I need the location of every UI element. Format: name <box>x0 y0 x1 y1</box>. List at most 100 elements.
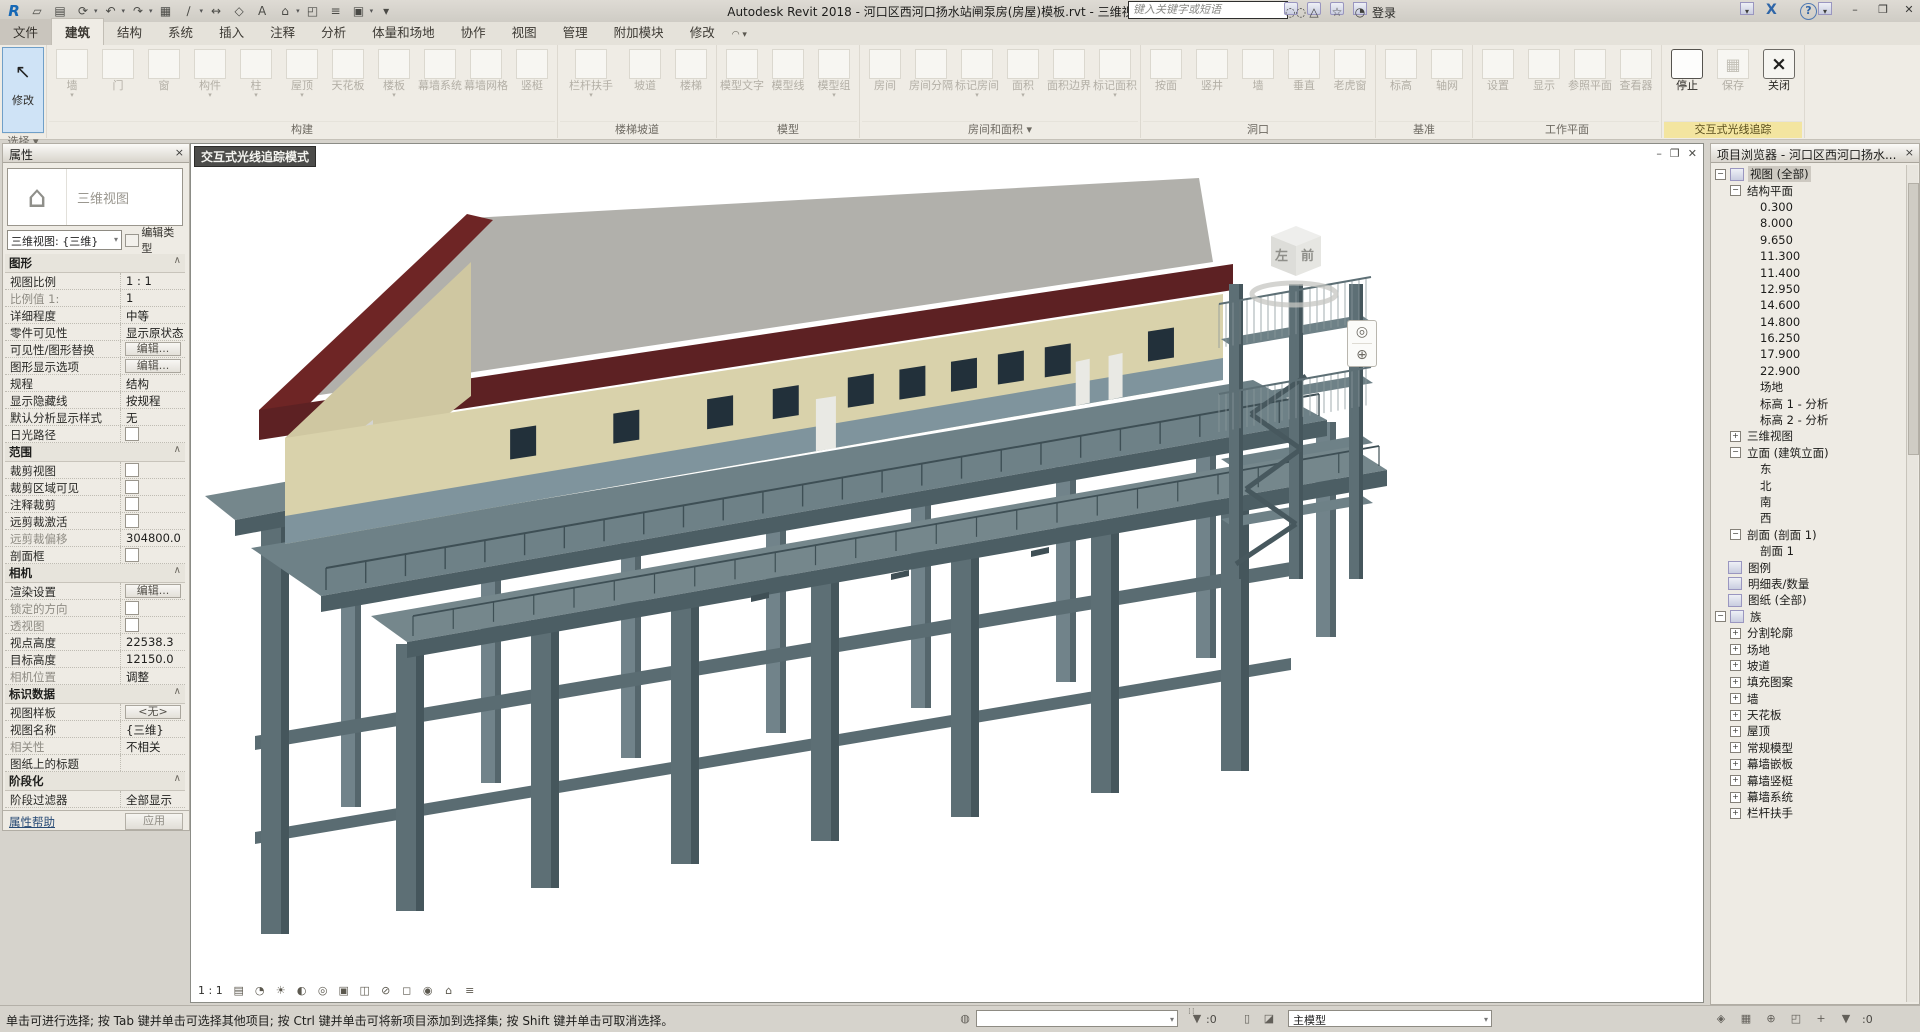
revit-logo[interactable]: R <box>4 2 24 20</box>
dropdown-arrow-icon[interactable]: ▾ <box>300 92 304 99</box>
dropdown-arrow-icon[interactable]: ▾ <box>392 92 396 99</box>
collapse-icon[interactable]: − <box>1730 185 1741 196</box>
模型线-button[interactable]: 模型线 <box>765 47 811 92</box>
edit-type-button[interactable]: 编辑类型 <box>125 230 183 250</box>
collapse-icon[interactable]: − <box>1715 169 1726 180</box>
project-browser-close-icon[interactable]: × <box>1905 146 1914 159</box>
tree-item-分割轮廓[interactable]: +分割轮廓 <box>1713 625 1906 641</box>
dropdown-arrow-icon[interactable]: ▾ <box>1113 92 1117 99</box>
expand-icon[interactable]: + <box>1730 677 1741 688</box>
collapse-icon[interactable]: ∧ <box>174 686 181 697</box>
tree-item-南[interactable]: 南 <box>1713 494 1906 510</box>
design-options-icon[interactable]: ◪ <box>1260 1011 1278 1027</box>
expand-icon[interactable]: + <box>1730 660 1741 671</box>
老虎窗-button[interactable]: 老虎窗 <box>1327 47 1373 92</box>
shadows-icon[interactable]: ◐ <box>294 983 310 998</box>
tree-item-11.400[interactable]: 11.400 <box>1713 264 1906 280</box>
tree-item-9.650[interactable]: 9.650 <box>1713 232 1906 248</box>
墙-button[interactable]: 墙 <box>1235 47 1281 92</box>
apply-button[interactable]: 应用 <box>125 813 183 830</box>
标记面积-button[interactable]: 标记面积▾ <box>1092 47 1138 99</box>
tree-item-明细表/数量[interactable]: 明细表/数量 <box>1713 576 1906 592</box>
collapse-icon[interactable]: − <box>1715 611 1726 622</box>
门-button[interactable]: 门 <box>95 47 141 92</box>
dropdown-arrow-icon[interactable]: ▾ <box>208 92 212 99</box>
collapse-icon[interactable]: ∧ <box>174 565 181 576</box>
properties-help-link[interactable]: 属性帮助 <box>9 815 55 829</box>
tree-item-常规模型[interactable]: +常规模型 <box>1713 740 1906 756</box>
栏杆扶手-button[interactable]: 栏杆扶手▾ <box>560 47 622 99</box>
select-underlay-elements-icon[interactable]: ▦ <box>1737 1011 1755 1027</box>
collapse-icon[interactable]: ∧ <box>174 255 181 266</box>
tree-item-幕墙嵌板[interactable]: +幕墙嵌板 <box>1713 756 1906 772</box>
property-checkbox[interactable] <box>125 480 139 494</box>
sync-icon-dropdown[interactable]: ▾ <box>94 7 98 15</box>
tree-item-北[interactable]: 北 <box>1713 477 1906 493</box>
property-edit-button[interactable]: <无> <box>125 705 181 719</box>
竖井-button[interactable]: 竖井 <box>1189 47 1235 92</box>
close-button[interactable]: ✕ <box>1898 2 1920 19</box>
type-selector[interactable]: ⌂ 三维视图 <box>7 168 183 226</box>
text-icon[interactable]: A <box>252 2 272 20</box>
properties-close-icon[interactable]: × <box>175 146 184 159</box>
expand-icon[interactable]: + <box>1730 644 1741 655</box>
browser-scrollbar-thumb[interactable] <box>1908 183 1919 455</box>
dropdown-arrow-icon[interactable]: ▾ <box>70 92 74 99</box>
design-option-combo[interactable]: 主模型▾ <box>1288 1010 1492 1027</box>
tree-item-族[interactable]: −族 <box>1713 609 1906 625</box>
minimize-button[interactable]: – <box>1844 2 1866 19</box>
property-value[interactable]: 调整 <box>121 668 185 684</box>
tree-item-剖面 1[interactable]: 剖面 1 <box>1713 543 1906 559</box>
tree-item-幕墙系统[interactable]: +幕墙系统 <box>1713 789 1906 805</box>
查看器-button[interactable]: 查看器 <box>1613 47 1659 92</box>
lock-3d-view-icon[interactable]: ⊘ <box>378 983 394 998</box>
停止-button[interactable]: 停止 <box>1664 47 1710 92</box>
crop-view-icon[interactable]: ▣ <box>336 983 352 998</box>
tree-item-屋顶[interactable]: +屋顶 <box>1713 723 1906 739</box>
expand-icon[interactable]: + <box>1730 759 1741 770</box>
default-3d-view-icon-dropdown[interactable]: ▾ <box>296 7 300 15</box>
property-edit-button[interactable]: 编辑... <box>125 359 181 373</box>
tag-icon[interactable]: ◇ <box>229 2 249 20</box>
tree-item-16.250[interactable]: 16.250 <box>1713 330 1906 346</box>
expand-icon[interactable]: + <box>1730 693 1741 704</box>
select-pinned-elements-icon[interactable]: ⊕ <box>1762 1011 1780 1027</box>
detail-level-icon[interactable]: ▤ <box>231 983 247 998</box>
property-group-范围[interactable]: 范围∧ <box>5 443 185 462</box>
switch-windows-icon[interactable]: ▣ <box>349 2 369 20</box>
tree-item-8.000[interactable]: 8.000 <box>1713 215 1906 231</box>
help-dropdown-icon[interactable]: ▾ <box>1818 2 1832 15</box>
楼梯-button[interactable]: 楼梯 <box>668 47 714 92</box>
dropdown-arrow-icon[interactable]: ▾ <box>1021 92 1025 99</box>
user-icon[interactable]: ◔ <box>1353 2 1367 15</box>
browser-scrollbar[interactable] <box>1906 165 1918 1002</box>
tree-item-栏杆扶手[interactable]: +栏杆扶手 <box>1713 805 1906 821</box>
property-value[interactable]: 不相关 <box>121 738 185 754</box>
tree-item-结构平面[interactable]: −结构平面 <box>1713 182 1906 198</box>
panel-label-基准[interactable]: 基准 <box>1378 121 1470 138</box>
expand-icon[interactable]: + <box>1730 808 1741 819</box>
editable-only-funnel-icon[interactable]: ▼ <box>1188 1011 1206 1027</box>
ribbon-state-toggle-icon[interactable]: ◠ ▾ <box>728 30 755 45</box>
property-checkbox[interactable] <box>125 618 139 632</box>
垂直-button[interactable]: 垂直 <box>1281 47 1327 92</box>
tab-协作[interactable]: 协作 <box>448 19 499 45</box>
displaced-elements-icon[interactable]: ≡ <box>462 983 478 998</box>
tree-item-0.300[interactable]: 0.300 <box>1713 199 1906 215</box>
tree-item-填充图案[interactable]: +填充图案 <box>1713 674 1906 690</box>
panel-label-模型[interactable]: 模型 <box>719 121 857 138</box>
标高-button[interactable]: 标高 <box>1378 47 1424 92</box>
显示-button[interactable]: 显示 <box>1521 47 1567 92</box>
天花板-button[interactable]: 天花板 <box>325 47 371 92</box>
collapse-icon[interactable]: ∧ <box>174 444 181 455</box>
tree-item-图例[interactable]: 图例 <box>1713 559 1906 575</box>
property-value[interactable]: 中等 <box>121 307 185 323</box>
property-checkbox[interactable] <box>125 548 139 562</box>
tree-item-14.800[interactable]: 14.800 <box>1713 314 1906 330</box>
房间分隔-button[interactable]: 房间分隔 <box>908 47 954 92</box>
measure-icon-dropdown[interactable]: ▾ <box>200 7 204 15</box>
redo-icon[interactable]: ↷ <box>128 2 148 20</box>
search-icon[interactable]: ◌◌ <box>1284 2 1298 15</box>
drag-elements-icon[interactable]: + <box>1812 1011 1830 1027</box>
expand-icon[interactable]: + <box>1730 742 1741 753</box>
